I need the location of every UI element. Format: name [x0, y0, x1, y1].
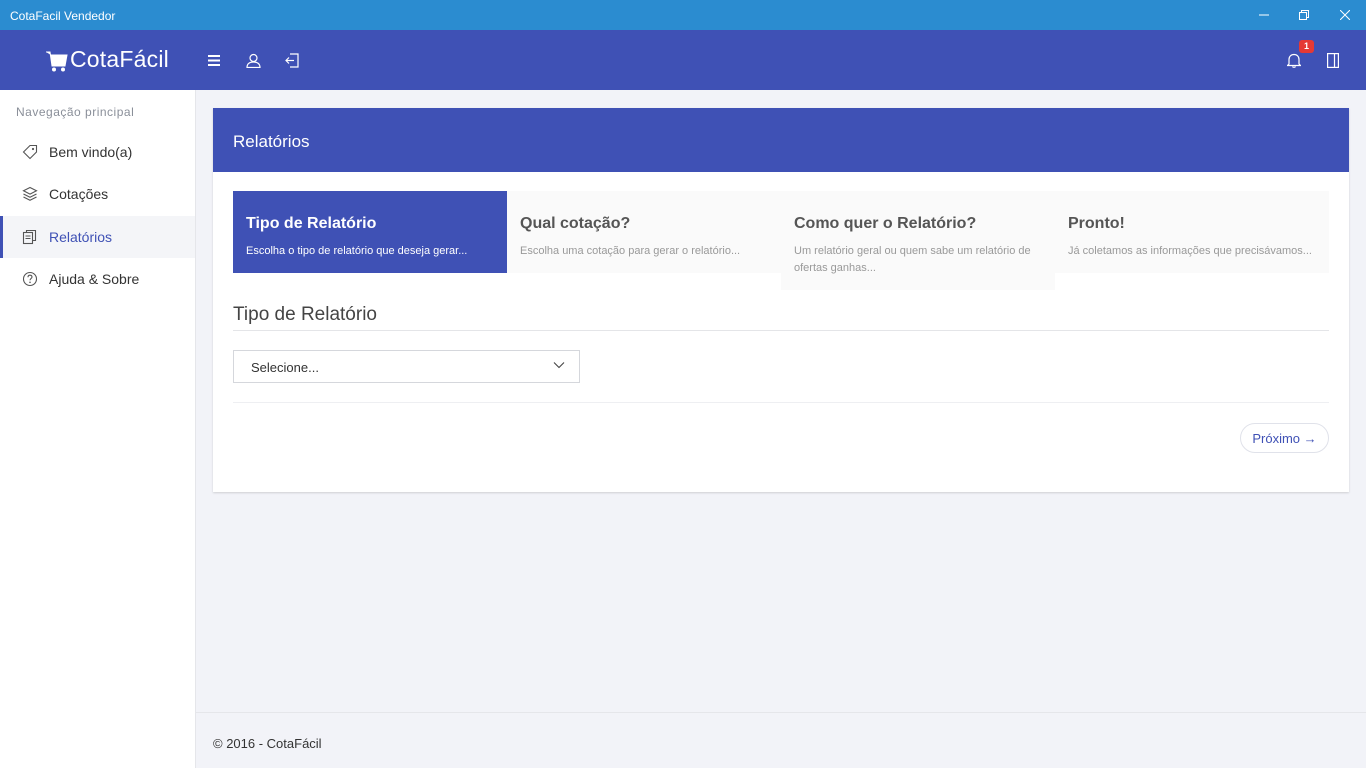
cart-icon	[46, 51, 68, 71]
step-pronto[interactable]: Pronto! Já coletamos as informações que …	[1055, 191, 1329, 273]
window-title: CotaFacil Vendedor	[10, 9, 116, 23]
user-icon	[245, 53, 261, 68]
minimize-button[interactable]	[1244, 0, 1284, 30]
panel-icon	[1327, 52, 1339, 68]
section-title: Tipo de Relatório	[233, 304, 377, 325]
sidebar: Navegação principal Bem vindo(a) Cotaçõe…	[0, 90, 196, 768]
restore-icon	[1299, 10, 1309, 20]
report-type-select[interactable]: Selecione...	[233, 350, 580, 383]
bell-icon	[1287, 53, 1301, 68]
step-title: Qual cotação?	[520, 215, 631, 232]
divider	[233, 330, 1329, 331]
logo[interactable]: CotaFácil	[46, 46, 169, 73]
menu-button[interactable]	[204, 50, 224, 70]
sidebar-item-label: Cotações	[49, 186, 109, 202]
menu-icon	[208, 54, 220, 66]
step-title: Como quer o Relatório?	[794, 215, 977, 232]
step-description: Escolha o tipo de relatório que deseja g…	[246, 245, 468, 257]
select-value: Selecione...	[251, 360, 319, 375]
sidebar-item-cotacoes[interactable]: Cotações	[0, 173, 195, 215]
step-description: Escolha uma cotação para gerar o relatór…	[520, 245, 741, 257]
copyright-text: © 2016 - CotaFácil	[213, 736, 322, 751]
step-qual-cotacao[interactable]: Qual cotação? Escolha uma cotação para g…	[507, 191, 781, 273]
sidebar-item-bem-vindo[interactable]: Bem vindo(a)	[0, 131, 195, 173]
tag-icon	[22, 144, 38, 160]
step-title: Tipo de Relatório	[246, 215, 377, 232]
step-como-quer[interactable]: Como quer o Relatório? Um relatório gera…	[781, 191, 1055, 290]
window-titlebar: CotaFacil Vendedor	[0, 0, 1366, 30]
documents-icon	[22, 229, 37, 245]
divider	[233, 402, 1329, 403]
notification-badge: 1	[1299, 40, 1314, 53]
footer: © 2016 - CotaFácil	[196, 712, 1366, 768]
reports-card: Relatórios Tipo de Relatório Escolha o t…	[213, 108, 1349, 492]
logout-button[interactable]	[282, 50, 302, 70]
app-header: CotaFácil 1	[0, 30, 1366, 90]
profile-button[interactable]	[243, 50, 263, 70]
next-button[interactable]: Próximo →	[1240, 423, 1329, 453]
logout-icon	[284, 52, 299, 68]
help-icon	[22, 271, 38, 287]
sidebar-item-ajuda[interactable]: Ajuda & Sobre	[0, 258, 195, 300]
step-description: Já coletamos as informações que precisáv…	[1068, 245, 1312, 257]
close-button[interactable]	[1325, 0, 1365, 30]
chevron-down-icon	[553, 362, 565, 369]
step-title: Pronto!	[1068, 215, 1125, 232]
close-icon	[1340, 10, 1350, 20]
sidebar-item-label: Bem vindo(a)	[49, 144, 133, 160]
step-tipo-relatorio[interactable]: Tipo de Relatório Escolha o tipo de rela…	[233, 191, 507, 273]
restore-button[interactable]	[1284, 0, 1324, 30]
layers-icon	[22, 186, 38, 201]
step-description: Um relatório geral ou quem sabe um relat…	[794, 245, 1031, 274]
card-header: Relatórios	[213, 108, 1349, 172]
sidebar-item-label: Relatórios	[49, 229, 113, 245]
sidebar-item-relatorios[interactable]: Relatórios	[0, 216, 195, 258]
minimize-icon	[1259, 14, 1269, 16]
sidebar-heading: Navegação principal	[16, 105, 135, 119]
sidebar-item-label: Ajuda & Sobre	[49, 271, 140, 287]
page-title: Relatórios	[233, 132, 310, 151]
logo-text: CotaFácil	[70, 46, 169, 72]
notifications-button[interactable]	[1284, 50, 1304, 70]
side-panel-button[interactable]	[1323, 50, 1343, 70]
